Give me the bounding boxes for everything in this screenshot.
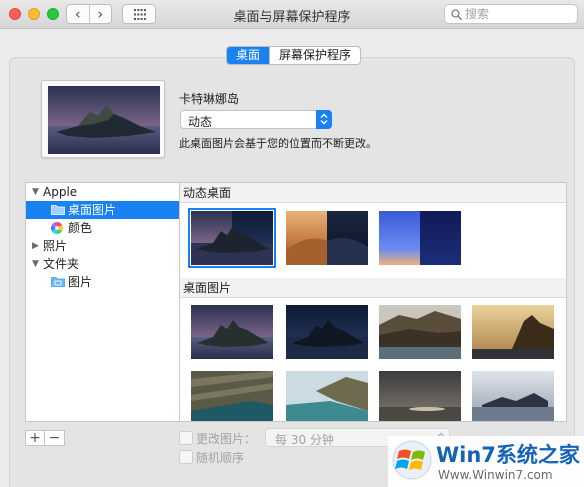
- search-icon: [451, 9, 462, 20]
- disclosure-closed-icon: ▶: [32, 241, 39, 251]
- back-button[interactable]: ‹: [67, 5, 89, 23]
- sidebar-group-photos[interactable]: ▶ 照片: [26, 237, 179, 255]
- change-interval-value: 每 30 分钟: [275, 433, 334, 447]
- section-header-pictures: 桌面图片: [180, 278, 566, 298]
- sidebar-item-label: 颜色: [68, 221, 93, 235]
- source-list: ▼ Apple 桌面图片 颜色 ▶ 照片 ▼ 文件夹 图片: [25, 182, 180, 422]
- sidebar-group-label: Apple: [43, 185, 78, 199]
- wallpaper-description: 此桌面图片会基于您的位置而不断更改。: [179, 137, 377, 150]
- search-input[interactable]: [465, 6, 573, 22]
- catalina-preview-image: [48, 86, 160, 154]
- wallpaper-thumb-catalina-night[interactable]: [286, 305, 368, 359]
- navigation-buttons: ‹ ›: [66, 4, 112, 24]
- wallpaper-browser: 动态桌面 桌面图片: [180, 182, 567, 422]
- add-folder-button[interactable]: +: [25, 430, 45, 446]
- sidebar-group-label: 照片: [43, 239, 68, 253]
- sidebar-group-label: 文件夹: [43, 257, 80, 271]
- window-title: 桌面与屏幕保护程序: [233, 10, 351, 25]
- section-header-dynamic: 动态桌面: [180, 183, 566, 203]
- minimize-button[interactable]: [28, 8, 40, 20]
- sidebar-item-pictures[interactable]: 图片: [26, 273, 179, 291]
- chevron-right-icon: ›: [97, 4, 104, 23]
- tab-bar: 桌面 屏幕保护程序: [226, 46, 362, 65]
- dynamic-mode-select[interactable]: 动态: [180, 110, 332, 129]
- search-box[interactable]: [444, 4, 578, 24]
- wallpaper-thumb-gradient-dynamic[interactable]: [379, 211, 461, 265]
- zoom-button[interactable]: [47, 8, 59, 20]
- wallpaper-thumb-mojave-dynamic[interactable]: [286, 211, 368, 265]
- sidebar-item-colors[interactable]: 颜色: [26, 219, 179, 237]
- close-button[interactable]: [9, 8, 21, 20]
- disclosure-open-icon: ▼: [32, 187, 39, 197]
- change-picture-label: 更改图片：: [196, 432, 257, 446]
- sidebar-item-label: 图片: [68, 275, 93, 289]
- wallpaper-thumb-catalina-dynamic[interactable]: [188, 208, 276, 268]
- change-picture-checkbox[interactable]: [179, 431, 193, 445]
- tab-screen-saver[interactable]: 屏幕保护程序: [269, 47, 360, 64]
- wallpaper-thumb-catalina-storm[interactable]: [379, 371, 461, 421]
- wallpaper-thumb-catalina-coast[interactable]: [286, 371, 368, 421]
- windows-logo-icon: [392, 440, 432, 480]
- sidebar-item-label: 桌面图片: [68, 203, 117, 217]
- wallpaper-thumb-catalina-island[interactable]: [472, 371, 554, 421]
- watermark: Win7系统之家 Www.Winwin7.com: [388, 436, 584, 487]
- disclosure-open-icon: ▼: [32, 259, 39, 269]
- stepper-arrows-icon: [316, 110, 332, 129]
- folder-icon: [51, 205, 65, 215]
- wallpaper-name: 卡特琳娜岛: [179, 92, 240, 106]
- wallpaper-thumb-catalina-cliffs[interactable]: [379, 305, 461, 359]
- wallpaper-thumb-catalina-evening[interactable]: [191, 305, 273, 359]
- sidebar-item-desktop-pictures[interactable]: 桌面图片: [26, 201, 179, 219]
- remove-folder-button[interactable]: −: [45, 430, 65, 446]
- wallpaper-thumb-catalina-rocks[interactable]: [191, 371, 273, 421]
- grid-icon: [134, 9, 146, 20]
- random-order-label: 随机顺序: [196, 451, 245, 465]
- chevron-left-icon: ‹: [74, 4, 81, 23]
- random-order-checkbox[interactable]: [179, 450, 193, 464]
- sidebar-group-apple[interactable]: ▼ Apple: [26, 183, 179, 201]
- sidebar-group-folders[interactable]: ▼ 文件夹: [26, 255, 179, 273]
- dynamic-mode-value: 动态: [188, 115, 213, 129]
- color-wheel-icon: [51, 222, 63, 234]
- watermark-brand: Win7系统之家: [436, 443, 580, 467]
- forward-button[interactable]: ›: [88, 4, 112, 23]
- title-bar: ‹ › 桌面与屏幕保护程序: [0, 0, 584, 29]
- wallpaper-preview: [41, 80, 165, 158]
- wallpaper-thumb-catalina-sunset[interactable]: [472, 305, 554, 359]
- pictures-folder-icon: [51, 277, 65, 287]
- tab-desktop[interactable]: 桌面: [227, 47, 270, 64]
- watermark-url: Www.Winwin7.com: [438, 468, 553, 482]
